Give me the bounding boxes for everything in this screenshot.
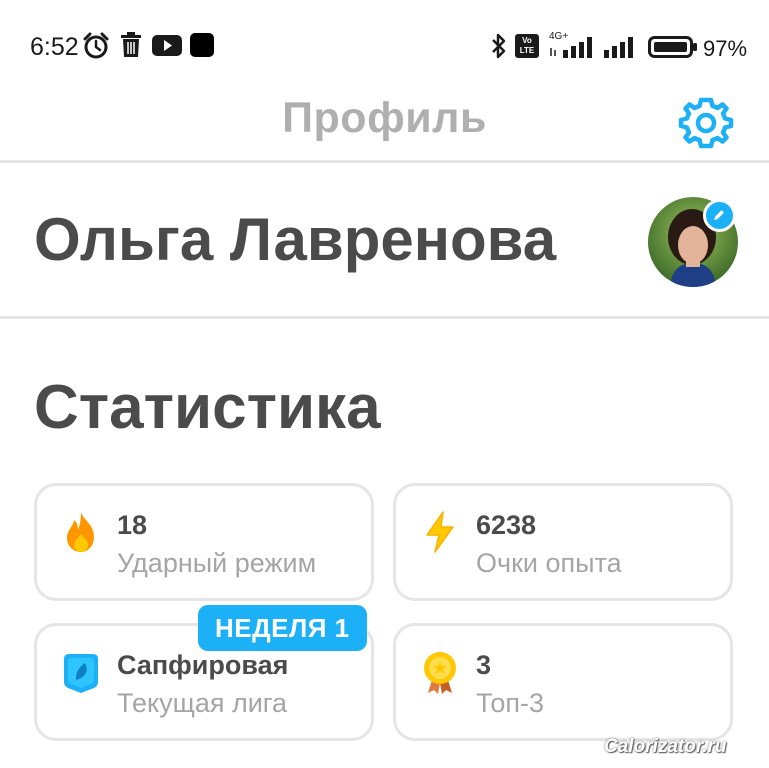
volte-icon: Vo LTE [515, 34, 539, 58]
gear-icon [678, 97, 734, 149]
pencil-icon [714, 210, 724, 220]
stat-value: 3 [476, 650, 492, 680]
page-title: Профиль [282, 94, 487, 142]
profile-divider [0, 316, 769, 319]
settings-button[interactable] [678, 95, 734, 151]
stat-label: Топ-3 [476, 688, 545, 718]
youtube-icon [152, 35, 182, 56]
watermark: Calorizator.ru [604, 736, 727, 757]
battery-icon [648, 36, 697, 58]
stat-label: Очки опыта [476, 548, 622, 578]
edit-avatar-button[interactable] [703, 199, 736, 232]
bluetooth-icon [492, 33, 506, 59]
stat-value: 6238 [476, 510, 537, 540]
profile-name: Ольга Лавренова [34, 206, 557, 273]
fire-icon [67, 512, 94, 552]
lightning-icon [426, 511, 454, 553]
gold-medal-icon [424, 652, 456, 694]
stat-label: Ударный режим [117, 548, 317, 578]
volte-label: Vo LTE [519, 36, 535, 55]
stat-label: Текущая лига [117, 688, 288, 718]
stat-value: Сапфировая [117, 650, 289, 680]
header-divider [0, 160, 769, 163]
sapphire-league-icon [64, 654, 98, 693]
stat-card-streak: 18 Ударный режим [34, 483, 374, 601]
battery-percent: 97% [703, 36, 748, 61]
status-bar: 6:52 Vo LTE 4G+ 97% [0, 0, 769, 90]
trash-icon [121, 32, 141, 57]
week-badge: НЕДЕЛЯ 1 [198, 605, 367, 651]
alarm-icon [83, 32, 109, 59]
signal-4g-icon [550, 37, 592, 58]
stat-card-top3: 3 Топ-3 [393, 623, 733, 741]
app-square-icon [190, 33, 214, 57]
stat-card-xp: 6238 Очки опыта [393, 483, 733, 601]
signal-icon [604, 37, 633, 58]
stat-value: 18 [117, 510, 148, 540]
status-time: 6:52 [30, 33, 79, 61]
stats-title: Статистика [34, 373, 381, 442]
